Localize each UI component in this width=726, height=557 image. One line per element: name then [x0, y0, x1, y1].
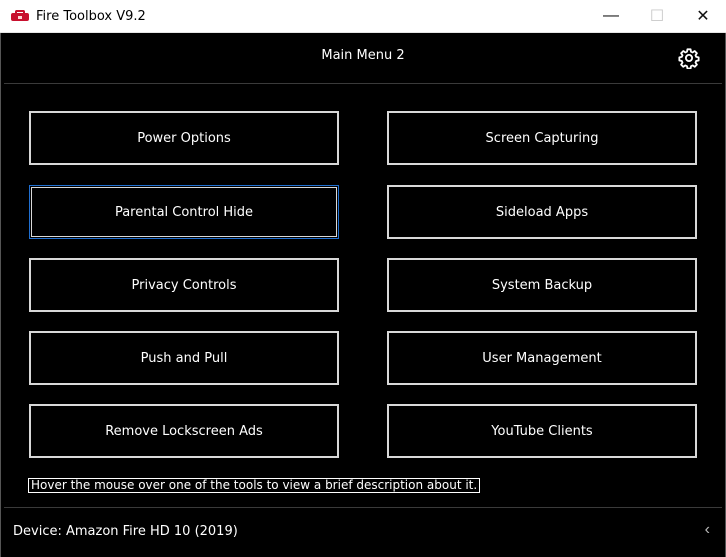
title-bar[interactable]: Fire Toolbox V9.2 — ☐ ✕ — [0, 0, 726, 33]
menu-title: Main Menu 2 — [321, 48, 405, 63]
sideload-apps-button[interactable]: Sideload Apps — [387, 185, 697, 239]
window-title: Fire Toolbox V9.2 — [36, 8, 146, 24]
maximize-button[interactable]: ☐ — [634, 0, 680, 33]
device-label: Device: Amazon Fire HD 10 (2019) — [13, 524, 238, 539]
minimize-button[interactable]: — — [588, 0, 634, 33]
youtube-clients-button[interactable]: YouTube Clients — [387, 404, 697, 458]
remove-lockscreen-ads-button[interactable]: Remove Lockscreen Ads — [29, 404, 339, 458]
window-frame-left — [0, 33, 4, 557]
system-backup-button[interactable]: System Backup — [387, 258, 697, 312]
parental-control-hide-button[interactable]: Parental Control Hide — [29, 185, 339, 239]
window-controls: — ☐ ✕ — [588, 0, 726, 33]
privacy-controls-button[interactable]: Privacy Controls — [29, 258, 339, 312]
power-options-button[interactable]: Power Options — [29, 111, 339, 165]
toolbox-icon — [11, 10, 29, 22]
menu-header: Main Menu 2 — [4, 34, 722, 84]
window-frame-right — [722, 33, 726, 557]
status-footer: Device: Amazon Fire HD 10 (2019) ‹ — [4, 507, 722, 553]
close-button[interactable]: ✕ — [680, 0, 726, 33]
chevron-left-icon[interactable]: ‹ — [705, 521, 710, 539]
tool-description-text: Hover the mouse over one of the tools to… — [28, 478, 481, 493]
gear-icon[interactable] — [678, 47, 700, 69]
screen-capturing-button[interactable]: Screen Capturing — [387, 111, 697, 165]
user-management-button[interactable]: User Management — [387, 331, 697, 385]
push-and-pull-button[interactable]: Push and Pull — [29, 331, 339, 385]
